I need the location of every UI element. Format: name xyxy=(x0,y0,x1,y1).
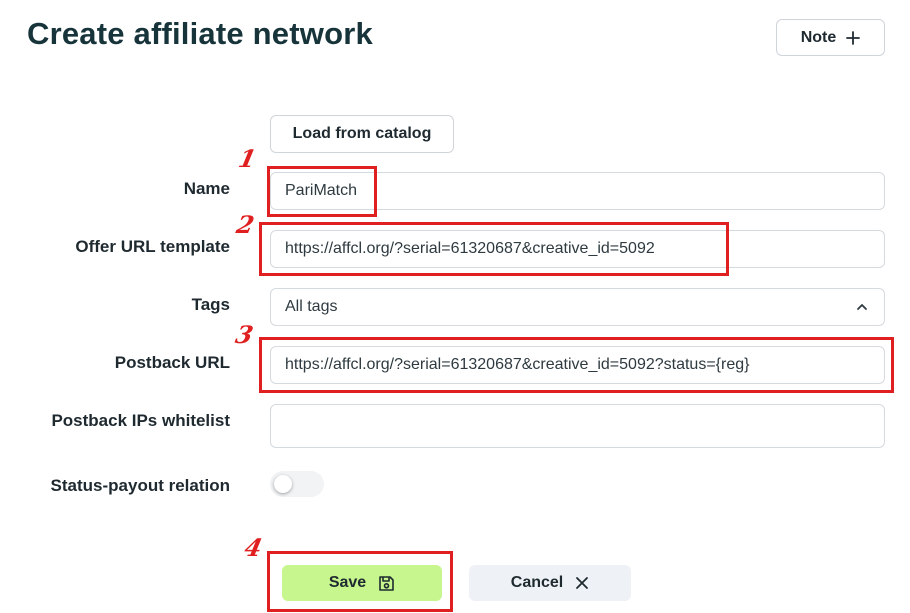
annotation-number-3: 3 xyxy=(232,320,256,349)
offer-url-value: https://affcl.org/?serial=61320687&creat… xyxy=(285,240,655,257)
page-title: Create affiliate network xyxy=(27,16,373,51)
tags-label: Tags xyxy=(191,295,230,314)
floppy-disk-icon xyxy=(379,575,394,591)
toggle-knob xyxy=(274,475,292,493)
note-button[interactable]: Note xyxy=(776,19,885,56)
plus-icon xyxy=(846,30,861,45)
chevron-up-icon xyxy=(857,304,867,310)
postback-ips-textarea[interactable] xyxy=(270,404,885,448)
offer-url-label: Offer URL template xyxy=(75,237,230,256)
postback-url-label: Postback URL xyxy=(114,353,230,372)
tags-value: All tags xyxy=(285,298,338,315)
tags-select[interactable]: All tags xyxy=(270,288,885,326)
load-from-catalog-label: Load from catalog xyxy=(292,125,432,142)
name-field[interactable]: PariMatch xyxy=(270,172,885,210)
status-payout-toggle[interactable] xyxy=(270,471,324,497)
postback-url-value: https://affcl.org/?serial=61320687&creat… xyxy=(285,356,750,373)
cancel-button-label: Cancel xyxy=(510,574,564,591)
status-payout-label: Status-payout relation xyxy=(50,476,230,495)
note-button-label: Note xyxy=(800,28,837,46)
close-icon xyxy=(576,577,589,589)
name-label: Name xyxy=(183,179,230,198)
save-button-label: Save xyxy=(328,574,367,591)
annotation-number-4: 4 xyxy=(241,533,265,562)
load-from-catalog-button[interactable]: Load from catalog xyxy=(270,115,454,153)
cancel-button[interactable]: Cancel xyxy=(469,565,631,601)
postback-ips-label: Postback IPs whitelist xyxy=(51,411,230,430)
save-button[interactable]: Save xyxy=(282,565,442,601)
postback-url-field[interactable]: https://affcl.org/?serial=61320687&creat… xyxy=(270,346,885,384)
annotation-number-1: 1 xyxy=(235,144,259,173)
annotation-number-2: 2 xyxy=(233,210,257,239)
offer-url-field[interactable]: https://affcl.org/?serial=61320687&creat… xyxy=(270,230,885,268)
name-value: PariMatch xyxy=(285,182,358,199)
